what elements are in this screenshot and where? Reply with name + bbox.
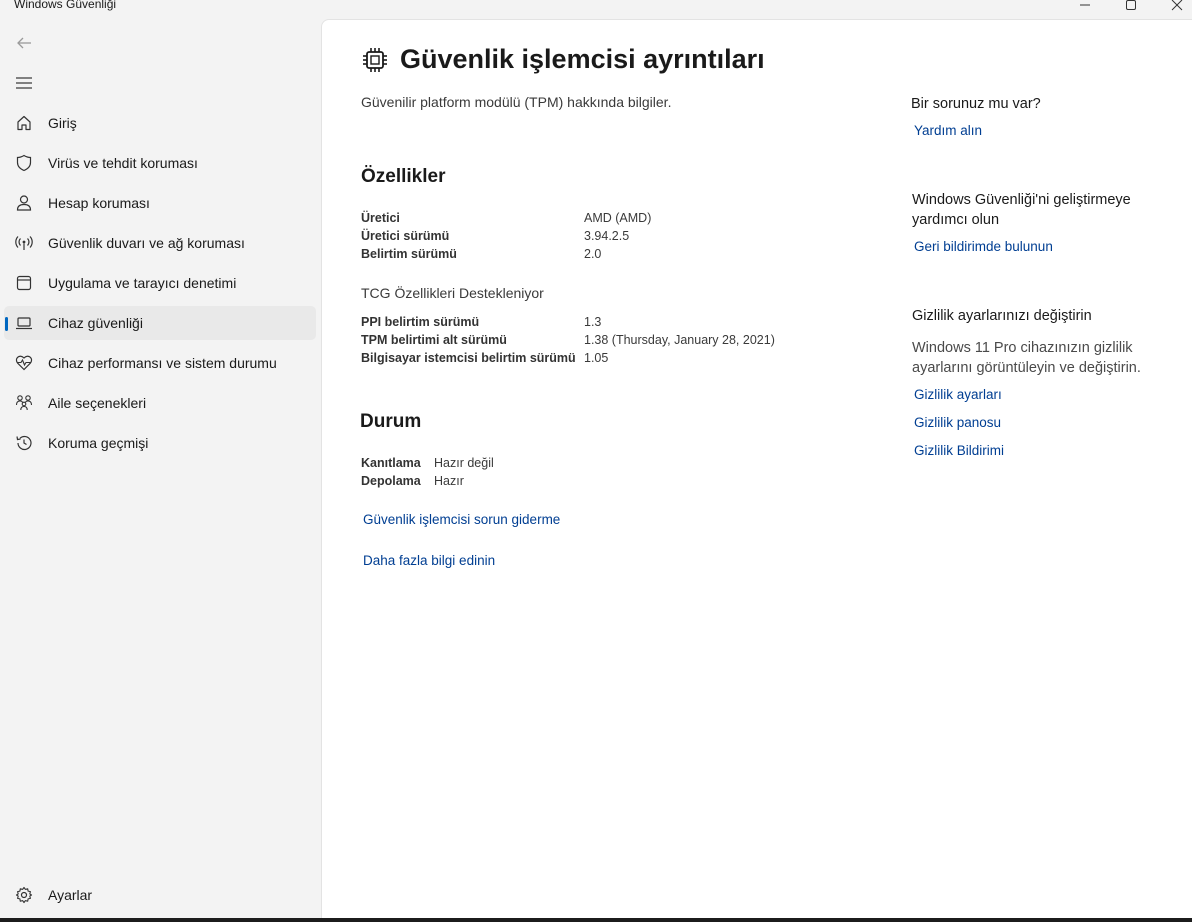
maximize-icon (1126, 0, 1136, 10)
tcg-label-ppi: PPI belirtim sürümü (361, 315, 480, 329)
antenna-icon (15, 234, 33, 252)
windows-security-window: Windows Güvenliği Giriş Virüs ve tehdit … (0, 0, 1192, 922)
status-label-attestation: Kanıtlama (361, 456, 421, 470)
sidebar-item-family-options[interactable]: Aile seçenekleri (4, 386, 316, 420)
sidebar-item-label: Cihaz performansı ve sistem durumu (48, 355, 277, 371)
sidebar-item-virus-protection[interactable]: Virüs ve tehdit koruması (4, 146, 316, 180)
privacy-dashboard-link[interactable]: Gizlilik panosu (914, 415, 1001, 430)
sidebar-item-label: Koruma geçmişi (48, 435, 149, 451)
tcg-heading: TCG Özellikleri Destekleniyor (361, 285, 544, 301)
maximize-button[interactable] (1119, 0, 1143, 14)
page-title: Güvenlik işlemcisi ayrıntıları (400, 44, 765, 74)
back-arrow-icon (17, 37, 31, 49)
sidebar-item-settings[interactable]: Ayarlar (4, 878, 316, 912)
status-value-storage: Hazır (434, 474, 464, 488)
home-icon (15, 114, 33, 132)
improve-heading: Windows Güvenliği'ni geliştirmeye yardım… (912, 192, 1131, 228)
sidebar-item-firewall[interactable]: Güvenlik duvarı ve ağ koruması (4, 226, 316, 260)
close-icon (1171, 0, 1183, 11)
gear-icon (15, 886, 33, 904)
spec-value-spec-version: 2.0 (584, 247, 602, 261)
sidebar: Giriş Virüs ve tehdit koruması Hesap kor… (0, 18, 320, 918)
app-title: Windows Güvenliği (14, 0, 117, 11)
sidebar-item-account-protection[interactable]: Hesap koruması (4, 186, 316, 220)
tcg-value-ppi: 1.3 (584, 315, 602, 329)
sidebar-item-label: Güvenlik duvarı ve ağ koruması (48, 235, 245, 251)
active-indicator (5, 317, 8, 331)
tcg-value-pc-client: 1.05 (584, 351, 609, 365)
minimize-icon (1080, 4, 1090, 6)
sidebar-item-device-performance[interactable]: Cihaz performansı ve sistem durumu (4, 346, 316, 380)
close-button[interactable] (1165, 0, 1189, 14)
privacy-settings-link[interactable]: Gizlilik ayarları (914, 387, 1002, 402)
spec-label-manufacturer-version: Üretici sürümü (361, 229, 450, 243)
tcg-value-tpm-revision: 1.38 (Thursday, January 28, 2021) (584, 333, 775, 347)
hamburger-icon (16, 77, 32, 89)
troubleshoot-link[interactable]: Güvenlik işlemcisi sorun giderme (363, 512, 560, 527)
sidebar-item-label: Cihaz güvenliği (48, 315, 143, 331)
person-icon (15, 194, 33, 212)
laptop-icon (15, 314, 33, 332)
learn-more-link[interactable]: Daha fazla bilgi edinin (363, 553, 495, 568)
status-value-attestation: Hazır değil (434, 456, 494, 470)
privacy-statement-link[interactable]: Gizlilik Bildirimi (914, 443, 1004, 458)
processor-chip-icon (362, 47, 388, 73)
sidebar-item-label: Virüs ve tehdit koruması (48, 155, 198, 171)
help-heading: Bir sorunuz mu var? (911, 96, 1041, 112)
history-icon (15, 434, 33, 452)
sidebar-item-app-browser-control[interactable]: Uygulama ve tarayıcı denetimi (4, 266, 316, 300)
hamburger-menu-button[interactable] (12, 72, 36, 94)
specs-heading: Özellikler (361, 166, 446, 187)
main-content: Güvenlik işlemcisi ayrıntıları Güvenilir… (321, 19, 1192, 918)
tcg-label-tpm-revision: TPM belirtimi alt sürümü (361, 333, 507, 347)
status-heading: Durum (360, 411, 422, 432)
minimize-button[interactable] (1073, 0, 1097, 14)
spec-value-manufacturer-version: 3.94.2.5 (584, 229, 630, 243)
family-icon (15, 394, 33, 412)
sidebar-item-label: Giriş (48, 115, 77, 131)
spec-label-spec-version: Belirtim sürümü (361, 247, 457, 261)
spec-label-manufacturer: Üretici (361, 211, 400, 225)
heart-pulse-icon (15, 354, 33, 372)
sidebar-item-device-security[interactable]: Cihaz güvenliği (4, 306, 316, 340)
sidebar-item-label: Hesap koruması (48, 195, 150, 211)
title-bar: Windows Güvenliği (0, 0, 1192, 18)
page-subtitle: Güvenilir platform modülü (TPM) hakkında… (361, 94, 672, 110)
app-window-icon (15, 274, 33, 292)
sidebar-item-label: Ayarlar (48, 887, 93, 903)
tcg-label-pc-client: Bilgisayar istemcisi belirtim sürümü (361, 351, 576, 365)
sidebar-item-label: Uygulama ve tarayıcı denetimi (48, 275, 237, 291)
sidebar-item-label: Aile seçenekleri (48, 395, 147, 411)
shield-icon (15, 154, 33, 172)
sidebar-item-protection-history[interactable]: Koruma geçmişi (4, 426, 316, 460)
privacy-heading: Gizlilik ayarlarınızı değiştirin (912, 308, 1092, 324)
sidebar-item-home[interactable]: Giriş (4, 106, 316, 140)
give-feedback-link[interactable]: Geri bildirimde bulunun (914, 239, 1053, 254)
taskbar-edge (0, 918, 1192, 922)
get-help-link[interactable]: Yardım alın (914, 123, 982, 138)
privacy-text: Windows 11 Pro cihazınızın gizlilik ayar… (912, 340, 1141, 376)
status-label-storage: Depolama (361, 474, 421, 488)
back-button[interactable] (12, 32, 36, 54)
spec-value-manufacturer: AMD (AMD) (584, 211, 652, 225)
